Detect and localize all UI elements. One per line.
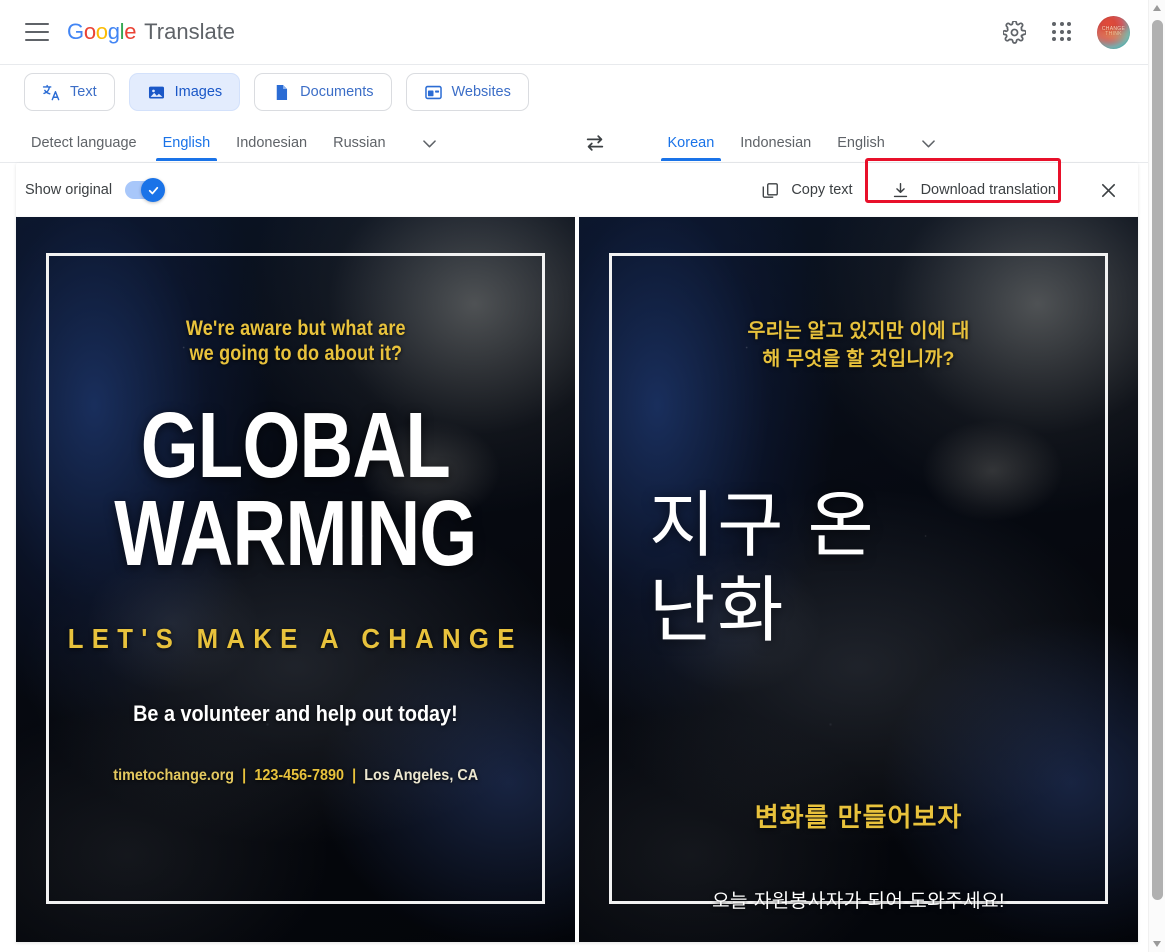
header-actions: CHANGE THINK [1001, 15, 1148, 49]
website-icon [424, 85, 442, 99]
scroll-up-arrow-icon[interactable] [1149, 0, 1165, 17]
copy-text-button[interactable]: Copy text [749, 170, 864, 210]
document-icon [276, 84, 288, 100]
translated-poster[interactable]: 우리는 알고 있지만 이에 대 해 무엇을 할 것입니까? 지구 온 난화 변화… [579, 217, 1138, 942]
swap-languages-icon[interactable] [575, 126, 615, 160]
original-volunteer-line: Be a volunteer and help out today! [133, 701, 458, 727]
translated-volunteer-line: 오늘 자원봉사자가 되어 도와주세요! [712, 891, 1005, 913]
source-lang-russian[interactable]: Russian [320, 126, 398, 160]
avatar-label: CHANGE THINK [1101, 25, 1126, 37]
source-more-chevron-down-icon[interactable] [413, 126, 447, 160]
original-subtitle: We're aware but what are we going to do … [185, 317, 406, 365]
tab-documents-label: Documents [300, 84, 374, 100]
tab-text[interactable]: Text [24, 73, 115, 111]
source-lang-detect[interactable]: Detect language [18, 126, 150, 160]
language-bar: Detect language English Indonesian Russi… [0, 126, 1148, 162]
page-scrollbar[interactable] [1148, 0, 1165, 952]
target-lang-indonesian[interactable]: Indonesian [727, 126, 824, 160]
original-website: timetochange.org [113, 767, 234, 785]
scroll-down-arrow-icon[interactable] [1149, 935, 1165, 952]
target-more-chevron-down-icon[interactable] [912, 126, 946, 160]
original-phone: 123-456-7890 [254, 767, 344, 785]
original-city: Los Angeles, CA [364, 767, 478, 785]
scrollbar-thumb[interactable] [1152, 20, 1163, 900]
translated-title-line-1: 지구 온 [649, 486, 876, 567]
check-icon [148, 186, 158, 194]
translate-page: Google Translate CHANGE THINK Text Image… [0, 0, 1165, 952]
source-lang-english[interactable]: English [150, 126, 224, 161]
toolbar-right-actions: Copy text Download translation [749, 158, 1138, 210]
original-title: GLOBAL WARMING [114, 392, 477, 585]
mode-tab-bar: Text Images Documents Websites [24, 73, 529, 111]
tab-websites[interactable]: Websites [405, 73, 529, 111]
download-icon [893, 182, 907, 197]
download-translation-wrapper: Download translation [864, 158, 1068, 210]
tab-images-label: Images [174, 84, 223, 100]
toggle-knob [141, 178, 166, 202]
show-original-toggle-row[interactable]: Show original [25, 178, 166, 202]
hamburger-icon[interactable] [25, 23, 49, 41]
copy-icon [762, 182, 779, 198]
original-tagline: LET'S MAKE A CHANGE [68, 623, 523, 655]
target-lang-korean[interactable]: Korean [655, 126, 728, 161]
translated-title-line-2: 난화 [649, 571, 786, 652]
tab-text-label: Text [70, 84, 97, 100]
show-original-label: Show original [25, 182, 113, 198]
download-translation-label: Download translation [920, 182, 1056, 198]
tab-documents[interactable]: Documents [254, 73, 392, 111]
google-wordmark: Google [67, 19, 137, 44]
tab-images[interactable]: Images [128, 73, 241, 111]
target-lang-english[interactable]: English [824, 126, 898, 160]
gear-icon[interactable] [1001, 19, 1027, 45]
target-language-group: Korean Indonesian English [655, 126, 946, 161]
source-lang-indonesian[interactable]: Indonesian [223, 126, 320, 160]
apps-grid-icon[interactable] [1049, 19, 1075, 45]
product-name: Translate [144, 19, 236, 44]
brand-logo[interactable]: Google Translate [67, 19, 235, 45]
tab-websites-label: Websites [451, 84, 511, 100]
image-action-toolbar: Show original Copy text Download transla… [16, 158, 1138, 217]
translate-icon [42, 84, 60, 100]
image-icon [148, 86, 164, 98]
source-language-group: Detect language English Indonesian Russi… [18, 126, 447, 161]
image-comparison-viewer: We're aware but what are we going to do … [16, 217, 1138, 942]
original-poster[interactable]: We're aware but what are we going to do … [16, 217, 575, 942]
app-header: Google Translate CHANGE THINK [0, 0, 1148, 64]
translated-poster-content: 우리는 알고 있지만 이에 대 해 무엇을 할 것입니까? 지구 온 난화 변화… [579, 217, 1138, 942]
avatar[interactable]: CHANGE THINK [1097, 15, 1130, 49]
original-contact-line: timetochange.org | 123-456-7890 | Los An… [113, 767, 478, 785]
translated-subtitle: 우리는 알고 있지만 이에 대 해 무엇을 할 것입니까? [747, 320, 970, 371]
header-divider [0, 64, 1148, 65]
translated-title: 지구 온 난화 [579, 400, 1138, 740]
show-original-toggle[interactable] [125, 178, 166, 202]
download-translation-button[interactable]: Download translation [879, 170, 1068, 210]
contact-separator-2: | [351, 767, 356, 785]
close-icon[interactable] [1088, 170, 1128, 210]
original-poster-content: We're aware but what are we going to do … [16, 217, 575, 942]
translated-tagline: 변화를 만들어보자 [754, 802, 963, 833]
copy-text-label: Copy text [791, 182, 853, 198]
contact-separator-1: | [241, 767, 247, 785]
